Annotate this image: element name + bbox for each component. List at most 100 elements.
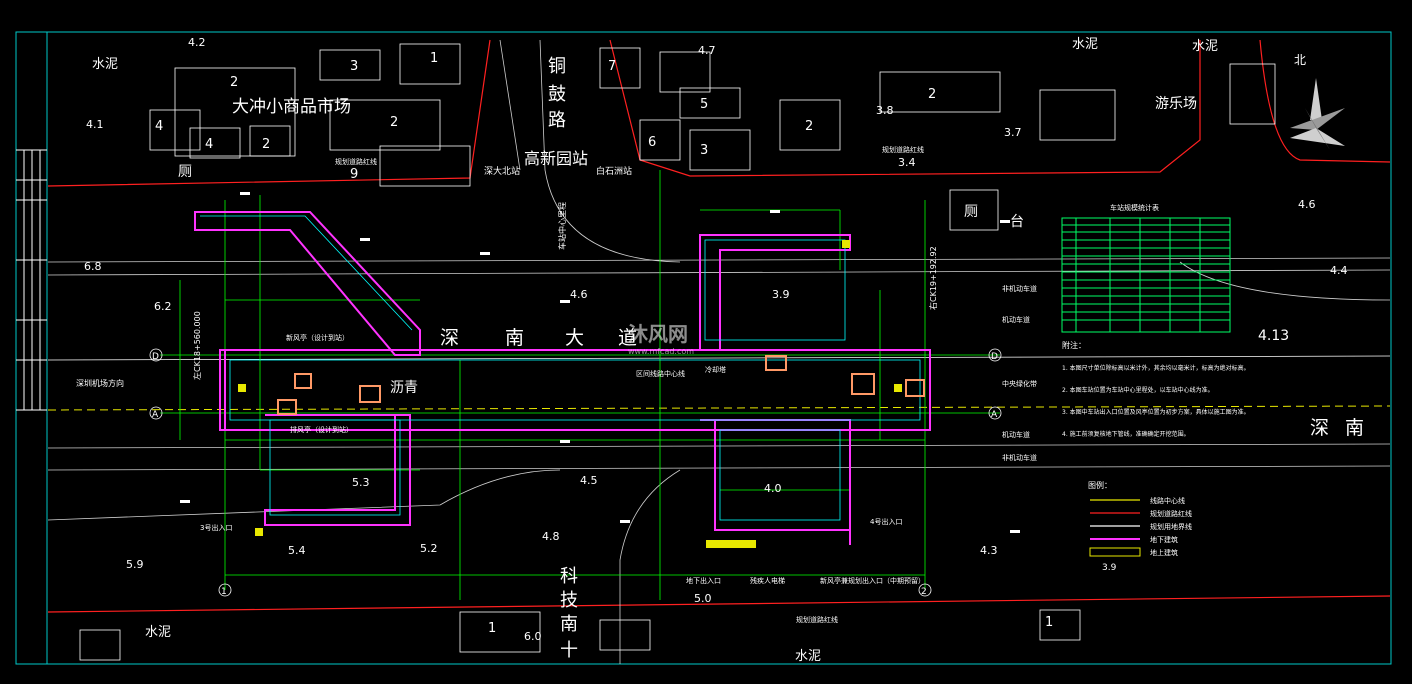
svg-text:4.3: 4.3 xyxy=(980,544,998,557)
svg-text:3.4: 3.4 xyxy=(898,156,916,169)
platform-label: 台 xyxy=(1010,214,1024,230)
north-arrow-icon xyxy=(1290,78,1345,150)
notes-title: 附注： xyxy=(1062,340,1086,350)
svg-text:南: 南 xyxy=(560,614,578,635)
svg-text:3.8: 3.8 xyxy=(876,104,894,117)
note-4: 4. 施工前须复核地下管线，准确确定开挖范围。 xyxy=(1062,430,1190,438)
svg-text:6: 6 xyxy=(648,135,656,150)
km-mark-3: 车站中心里程 xyxy=(557,202,567,250)
svg-text:3: 3 xyxy=(350,59,358,74)
svg-text:铜: 铜 xyxy=(548,56,566,77)
toilet-label-a: 厕 xyxy=(178,164,192,180)
svg-text:1: 1 xyxy=(430,51,438,66)
svg-text:2: 2 xyxy=(262,137,270,152)
toilet-label-b: 厕 xyxy=(964,204,978,220)
svg-text:5.2: 5.2 xyxy=(420,542,438,555)
lane-label-2: 机动车道 xyxy=(1002,315,1030,324)
svg-text:5.0: 5.0 xyxy=(694,592,712,605)
drawing-frame xyxy=(15,31,1392,665)
boundary-label-1: 规划道路红线 xyxy=(335,157,377,166)
exit-4-label: 4号出入口 xyxy=(870,517,902,526)
playground-name: 游乐场 xyxy=(1155,96,1197,112)
svg-text:南: 南 xyxy=(505,327,524,349)
svg-text:深: 深 xyxy=(1310,417,1329,439)
grid-label-D-right: D xyxy=(991,352,998,362)
road-name-main: 深 南 大 道 xyxy=(440,327,637,349)
title-block xyxy=(16,149,47,411)
svg-text:4.0: 4.0 xyxy=(764,482,782,495)
legend-items: 线路中心线 规划道路红线 规划用地界线 地下建筑 地上建筑 3.9 xyxy=(1089,496,1192,573)
stats-table xyxy=(1061,217,1231,333)
surface-cement-1: 水泥 xyxy=(92,57,118,72)
svg-text:7: 7 xyxy=(608,59,616,74)
svg-text:3.7: 3.7 xyxy=(1004,126,1022,139)
road-name-main-right: 深 南 xyxy=(1310,417,1364,439)
svg-text:4.5: 4.5 xyxy=(580,474,598,487)
svg-text:鼓: 鼓 xyxy=(548,84,566,105)
direction-airport: 深圳机场方向 xyxy=(76,378,124,388)
station-name: 高新园站 xyxy=(524,149,588,168)
table-title: 车站规模统计表 xyxy=(1110,203,1159,212)
north-label: 北 xyxy=(1294,53,1306,67)
vent-boxes xyxy=(238,240,925,548)
legend-title: 图例： xyxy=(1088,480,1112,490)
route-centerline xyxy=(47,355,1391,361)
svg-text:6.8: 6.8 xyxy=(84,260,102,273)
lane-label-4: 机动车道 xyxy=(1002,430,1030,439)
svg-text:3.9: 3.9 xyxy=(772,288,790,301)
svg-text:线路中心线: 线路中心线 xyxy=(1150,496,1185,505)
vent-row-label: 排风亭（设计到站） xyxy=(290,425,353,434)
svg-text:9: 9 xyxy=(350,167,358,182)
bus-stop-1: 深大北站 xyxy=(484,165,520,177)
svg-text:南: 南 xyxy=(1345,417,1364,439)
stairs-label: 残疾人电梯 xyxy=(750,576,785,585)
grid-label-D-left: D xyxy=(152,352,159,362)
note-2: 2. 本图车站位置为车站中心里程处，以车站中心线为准。 xyxy=(1062,386,1214,394)
note-1: 1. 本图尺寸单位除标高以米计外，其余均以毫米计，标高为绝对标高。 xyxy=(1062,364,1250,372)
boundary-label-2: 规划道路红线 xyxy=(882,145,924,154)
note-3: 3. 本图中车站出入口位置及风亭位置为初步方案，具体以施工图为准。 xyxy=(1062,408,1250,416)
watermark: 沐风网 www.mfcad.com xyxy=(628,318,694,356)
svg-text:1: 1 xyxy=(488,621,496,636)
svg-text:4.6: 4.6 xyxy=(1298,198,1316,211)
lane-label-1: 非机动车道 xyxy=(1002,284,1037,293)
cad-drawing: D A D A 1 2 深 南 大 道 深 南 铜 鼓 路 科 技 南 十 高新… xyxy=(15,31,1392,665)
exit-bottom-label: 地下出入口 xyxy=(686,576,721,585)
watermark-url: www.mfcad.com xyxy=(628,347,695,356)
svg-text:4.7: 4.7 xyxy=(698,44,716,57)
surface-cement-3: 水泥 xyxy=(1192,39,1218,54)
svg-text:深: 深 xyxy=(440,327,459,349)
svg-text:4.1: 4.1 xyxy=(86,118,104,131)
svg-text:4.2: 4.2 xyxy=(188,36,206,49)
road-name-north: 铜 鼓 路 xyxy=(548,56,566,131)
km-mark-2: 右CK19+192.92 xyxy=(928,246,938,310)
boundary-label-3: 规划道路红线 xyxy=(796,615,838,624)
grid-label-1: 1 xyxy=(221,587,227,597)
km-mark-1: 左CK18+560.000 xyxy=(192,311,202,380)
svg-text:地下建筑: 地下建筑 xyxy=(1150,535,1178,544)
svg-text:2: 2 xyxy=(230,75,238,90)
svg-text:6.2: 6.2 xyxy=(154,300,172,313)
surface-cement-2: 水泥 xyxy=(1072,37,1098,52)
grid-label-A-left: A xyxy=(152,410,159,420)
svg-text:4.13: 4.13 xyxy=(1258,328,1289,344)
station-outline xyxy=(194,211,931,545)
svg-text:2: 2 xyxy=(805,119,813,134)
svg-text:4: 4 xyxy=(155,119,163,134)
exit-3-label: 3号出入口 xyxy=(200,523,232,532)
lane-label-5: 非机动车道 xyxy=(1002,453,1037,462)
bus-stop-2: 白石洲站 xyxy=(596,165,632,177)
svg-text:5: 5 xyxy=(700,97,708,112)
grid-label-2: 2 xyxy=(921,587,927,597)
watermark-text: 沐风网 xyxy=(628,322,688,346)
svg-text:6.0: 6.0 xyxy=(524,630,542,643)
svg-text:5.3: 5.3 xyxy=(352,476,370,489)
market-name: 大冲小商品市场 xyxy=(232,97,351,117)
svg-text:路: 路 xyxy=(548,110,566,131)
svg-text:十: 十 xyxy=(560,640,578,661)
svg-text:4.4: 4.4 xyxy=(1330,264,1348,277)
svg-text:4: 4 xyxy=(205,137,213,152)
grid-label-A-right: A xyxy=(991,410,998,420)
future-label: 新风亭兼规划出入口（中期预留） xyxy=(820,576,925,585)
svg-text:2: 2 xyxy=(928,87,936,102)
